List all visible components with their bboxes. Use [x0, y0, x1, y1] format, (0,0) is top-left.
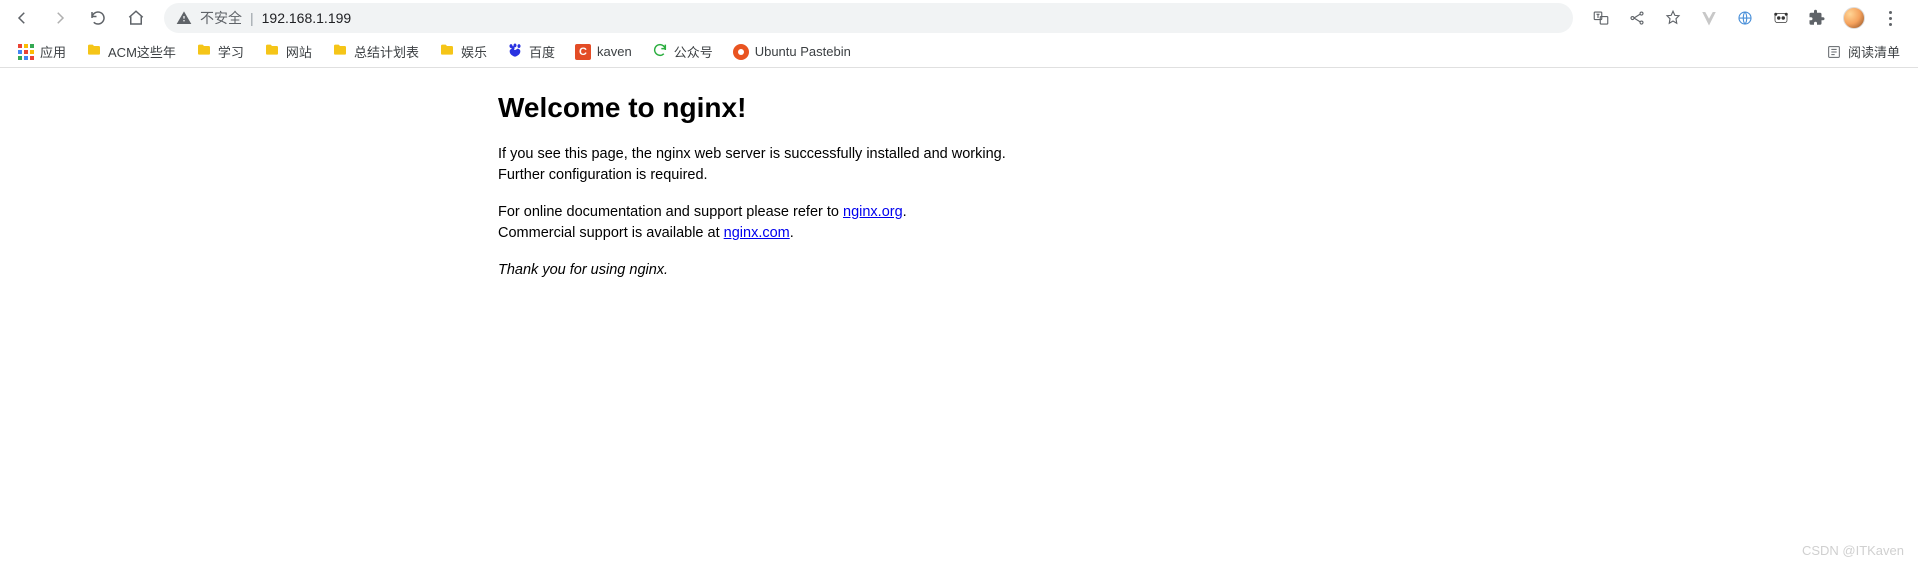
watermark: CSDN @ITKaven [1802, 543, 1904, 558]
bookmark-folder-acm[interactable]: ACM这些年 [78, 38, 184, 65]
extension-panda-icon[interactable] [1771, 8, 1791, 28]
browser-toolbar: 不安全 | 192.168.1.199 [0, 0, 1918, 36]
bookmark-folder-entertainment[interactable]: 娱乐 [431, 38, 495, 65]
bookmark-folder-study[interactable]: 学习 [188, 38, 252, 65]
bookmark-baidu[interactable]: 百度 [499, 38, 563, 65]
bookmark-folder-websites[interactable]: 网站 [256, 38, 320, 65]
ubuntu-icon [733, 44, 749, 60]
nav-buttons [8, 4, 150, 32]
apps-button[interactable]: 应用 [10, 38, 74, 65]
folder-icon [332, 42, 348, 61]
bookmark-label: Ubuntu Pastebin [755, 44, 851, 59]
apps-grid-icon [18, 44, 34, 60]
folder-icon [196, 42, 212, 61]
nginx-welcome: Welcome to nginx! If you see this page, … [498, 92, 1038, 281]
not-secure-label: 不安全 [200, 8, 242, 28]
refresh-green-icon [652, 42, 668, 61]
bookmark-star-icon[interactable] [1663, 8, 1683, 28]
forward-button[interactable] [46, 4, 74, 32]
bookmark-label: 总结计划表 [354, 42, 419, 61]
profile-avatar[interactable] [1843, 7, 1865, 29]
bookmark-label: ACM这些年 [108, 42, 176, 61]
bookmark-label: 公众号 [674, 42, 713, 61]
folder-icon [86, 42, 102, 61]
page-title: Welcome to nginx! [498, 92, 1038, 124]
reload-button[interactable] [84, 4, 112, 32]
toolbar-right [1581, 7, 1910, 30]
bookmark-official-account[interactable]: 公众号 [644, 38, 721, 65]
commercial-text-pre: Commercial support is available at [498, 225, 724, 241]
commercial-text-end: . [790, 225, 794, 241]
address-bar[interactable]: 不安全 | 192.168.1.199 [164, 3, 1573, 33]
bookmarks-bar: 应用 ACM这些年 学习 网站 总结计划表 娱乐 百度 C kaven 公众号 … [0, 36, 1918, 68]
c-square-icon: C [575, 44, 591, 60]
apps-label: 应用 [40, 42, 66, 61]
bookmark-label: 网站 [286, 42, 312, 61]
nginx-org-link[interactable]: nginx.org [843, 204, 903, 220]
page-content: Welcome to nginx! If you see this page, … [0, 68, 1918, 281]
folder-icon [264, 42, 280, 61]
share-icon[interactable] [1627, 8, 1647, 28]
bookmark-label: 学习 [218, 42, 244, 61]
bookmark-kaven[interactable]: C kaven [567, 40, 640, 64]
bookmark-ubuntu-pastebin[interactable]: Ubuntu Pastebin [725, 40, 859, 64]
bookmark-folder-summary[interactable]: 总结计划表 [324, 38, 427, 65]
url-text: 192.168.1.199 [262, 10, 352, 26]
extensions-puzzle-icon[interactable] [1807, 8, 1827, 28]
address-separator: | [250, 10, 254, 26]
folder-icon [439, 42, 455, 61]
nginx-com-link[interactable]: nginx.com [724, 225, 790, 241]
docs-paragraph: For online documentation and support ple… [498, 202, 1038, 244]
bookmark-label: 百度 [529, 42, 555, 61]
translate-icon[interactable] [1591, 8, 1611, 28]
extension-globe-icon[interactable] [1735, 8, 1755, 28]
reading-list-label: 阅读清单 [1848, 42, 1900, 61]
address-bar-wrap: 不安全 | 192.168.1.199 [164, 3, 1573, 33]
bookmark-label: kaven [597, 44, 632, 59]
docs-text-mid: . [903, 204, 907, 220]
chrome-menu-button[interactable] [1881, 7, 1900, 30]
thanks-paragraph: Thank you for using nginx. [498, 260, 1038, 281]
thanks-text: Thank you for using nginx. [498, 262, 668, 278]
not-secure-icon [176, 10, 192, 26]
docs-text-pre: For online documentation and support ple… [498, 204, 843, 220]
back-button[interactable] [8, 4, 36, 32]
extension-vue-icon[interactable] [1699, 8, 1719, 28]
bookmark-label: 娱乐 [461, 42, 487, 61]
baidu-icon [507, 42, 523, 61]
reading-list-button[interactable]: 阅读清单 [1818, 38, 1908, 65]
intro-paragraph: If you see this page, the nginx web serv… [498, 144, 1038, 186]
home-button[interactable] [122, 4, 150, 32]
